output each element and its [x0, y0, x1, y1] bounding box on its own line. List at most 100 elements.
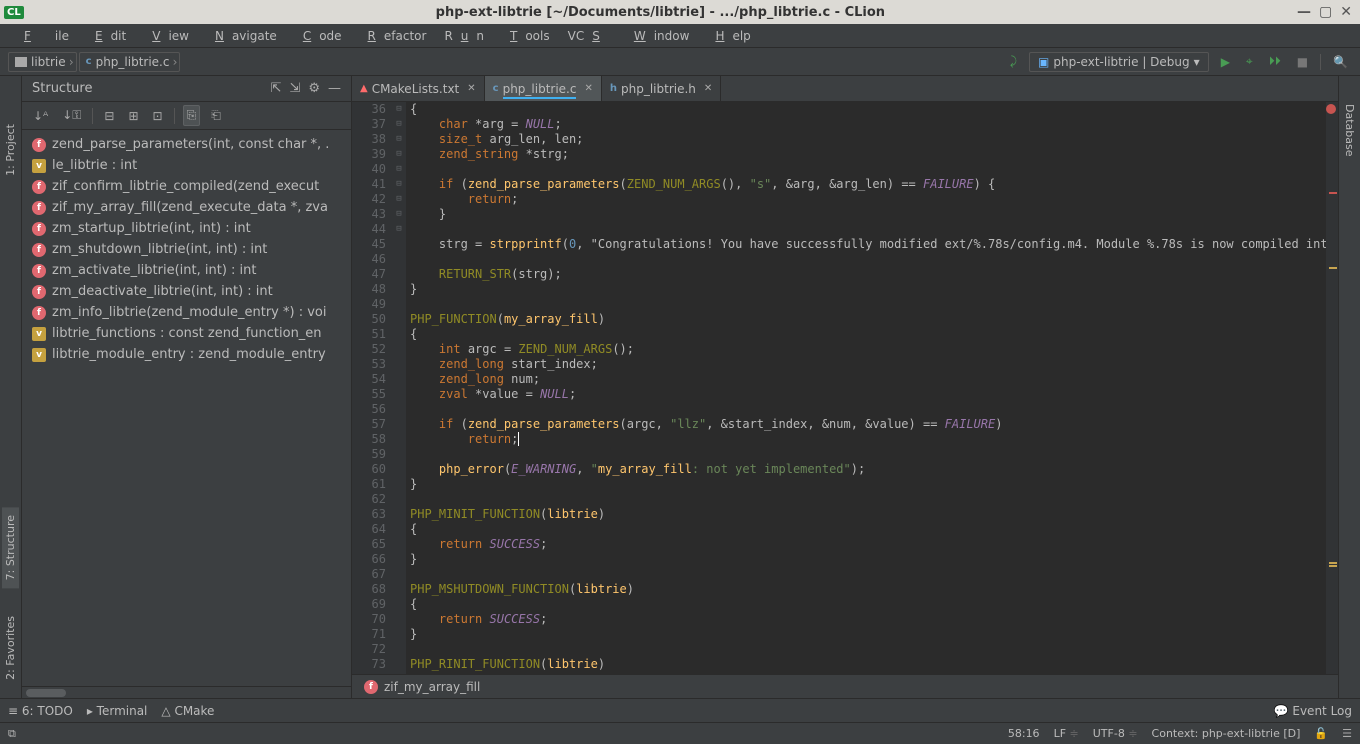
panel-title: Structure [32, 81, 92, 96]
autoscroll-button[interactable]: ⎘ [183, 105, 201, 126]
menu-view[interactable]: View [136, 26, 197, 46]
sort-alpha-button[interactable]: ↓ᴬ [30, 107, 51, 125]
cmake-tool-button[interactable]: △ CMake [161, 704, 214, 718]
search-everywhere-button[interactable]: 🔍 [1329, 53, 1352, 71]
function-icon: f [32, 306, 46, 320]
menu-file[interactable]: File [8, 26, 77, 46]
structure-item[interactable]: v libtrie_module_entry : zend_module_entr… [22, 344, 351, 365]
filter-1[interactable]: ⊟ [101, 107, 117, 125]
encoding[interactable]: UTF-8 ≑ [1093, 727, 1138, 740]
context[interactable]: Context: php-ext-libtrie [D] [1152, 727, 1301, 740]
hide-icon[interactable]: — [328, 81, 341, 96]
structure-tool-tab[interactable]: 7: Structure [2, 507, 19, 588]
structure-item-label: libtrie_functions : const zend_function_… [52, 326, 322, 341]
autoscroll-from-button[interactable]: ⎗ [208, 106, 224, 125]
editor-tab[interactable]: ▲CMakeLists.txt✕ [352, 76, 485, 101]
c-file-icon: c [86, 56, 92, 67]
favorites-tool-tab[interactable]: 2: Favorites [2, 608, 19, 688]
structure-item[interactable]: vle_libtrie : int [22, 155, 351, 176]
error-indicator-icon[interactable] [1326, 104, 1336, 114]
event-log-button[interactable]: 💬 Event Log [1274, 704, 1352, 718]
tab-label: CMakeLists.txt [372, 82, 460, 96]
project-tool-tab[interactable]: 1: Project [2, 116, 19, 184]
menu-navigate[interactable]: Navigate [199, 26, 285, 46]
caret-position[interactable]: 58:16 [1008, 727, 1040, 740]
structure-item-label: zm_startup_libtrie(int, int) : int [52, 221, 251, 236]
gear-icon[interactable]: ⚙ [308, 81, 320, 96]
attach-button[interactable]: ⏵⏵ [1265, 52, 1285, 71]
structure-panel: Structure ⇱ ⇲ ⚙ — ↓ᴬ ↓⚿ ⊟ ⊞ ⊡ ⎘ ⎗ fzend_… [22, 76, 352, 698]
structure-item[interactable]: f zm_startup_libtrie(int, int) : int [22, 218, 351, 239]
structure-item-label: zm_activate_libtrie(int, int) : int [52, 263, 257, 278]
function-icon: f [32, 222, 46, 236]
structure-item[interactable]: fzend_parse_parameters(int, const char *… [22, 134, 351, 155]
menu-refactor[interactable]: Refactor [352, 26, 435, 46]
line-gutter[interactable]: 36 37 38 39 40 41 42 43 44 45 46 47 48 4… [352, 102, 392, 674]
hector-icon[interactable]: ☰ [1342, 727, 1352, 740]
maximize-icon[interactable]: ▢ [1319, 4, 1332, 20]
function-icon: f [32, 201, 46, 215]
breadcrumb-folder[interactable]: libtrie [8, 52, 77, 72]
function-icon: f [32, 243, 46, 257]
stop-button[interactable]: ■ [1293, 53, 1312, 71]
window-title: php-ext-libtrie [~/Documents/libtrie] - … [24, 5, 1297, 20]
terminal-tool-button[interactable]: ▸ Terminal [87, 704, 148, 718]
c-file-icon: c [493, 83, 499, 94]
close-tab-icon[interactable]: ✕ [584, 83, 592, 94]
menu-run[interactable]: Run [436, 26, 492, 46]
structure-scrollbar[interactable] [22, 686, 351, 698]
sort-visibility-button[interactable]: ↓⚿ [59, 106, 84, 125]
structure-item[interactable]: fzm_activate_libtrie(int, int) : int [22, 260, 351, 281]
todo-tool-button[interactable]: ≡ 6: TODO [8, 704, 73, 718]
folder-icon [15, 57, 27, 67]
variable-icon: v [32, 348, 46, 362]
close-icon[interactable]: ✕ [1340, 4, 1352, 20]
close-tab-icon[interactable]: ✕ [467, 83, 475, 94]
minimize-icon[interactable]: — [1297, 4, 1311, 20]
filter-3[interactable]: ⊡ [150, 107, 166, 125]
left-tool-stripe: 1: Project 7: Structure 2: Favorites [0, 76, 22, 698]
filter-2[interactable]: ⊞ [125, 107, 141, 125]
current-function[interactable]: zif_my_array_fill [384, 680, 480, 694]
structure-item[interactable]: v libtrie_functions : const zend_function… [22, 323, 351, 344]
structure-item-label: zm_deactivate_libtrie(int, int) : int [52, 284, 273, 299]
line-separator[interactable]: LF ≑ [1054, 727, 1079, 740]
structure-item[interactable]: fzif_confirm_libtrie_compiled(zend_execu… [22, 176, 351, 197]
menu-help[interactable]: Help [699, 26, 758, 46]
debug-button[interactable]: ⌖ [1242, 52, 1257, 71]
target-icon: ▣ [1038, 55, 1049, 69]
structure-item[interactable]: fzm_info_libtrie(zend_module_entry *) : … [22, 302, 351, 323]
structure-item[interactable]: fzm_deactivate_libtrie(int, int) : int [22, 281, 351, 302]
close-tab-icon[interactable]: ✕ [704, 83, 712, 94]
menu-vcs[interactable]: VCS [560, 26, 616, 46]
structure-item-label: libtrie_module_entry : zend_module_entry [52, 347, 326, 362]
h-file-icon: h [610, 83, 617, 94]
status-misc-icon[interactable]: ⧉ [8, 727, 16, 741]
structure-item-label: zm_shutdown_libtrie(int, int) : int [52, 242, 267, 257]
run-button[interactable]: ▶ [1217, 53, 1234, 71]
breadcrumb: libtrie c php_libtrie.c [8, 52, 1006, 72]
editor-area: ▲CMakeLists.txt✕cphp_libtrie.c✕hphp_libt… [352, 76, 1338, 698]
menu-window[interactable]: Window [618, 26, 698, 46]
collapse-icon[interactable]: ⇱ [271, 81, 282, 96]
chevron-down-icon: ▾ [1194, 55, 1200, 69]
variable-icon: v [32, 327, 46, 341]
main-menu: File Edit View Navigate Code Refactor Ru… [0, 24, 1360, 48]
expand-icon[interactable]: ⇲ [289, 81, 300, 96]
database-tool-tab[interactable]: Database [1341, 96, 1358, 165]
breadcrumb-file[interactable]: c php_libtrie.c [79, 52, 181, 72]
fold-gutter[interactable]: ⊟ ⊟ ⊟ ⊟ ⊟ ⊟ ⊟ ⊟ ⊟ [392, 102, 406, 674]
menu-code[interactable]: Code [287, 26, 350, 46]
readonly-lock-icon[interactable]: 🔓 [1314, 727, 1328, 740]
code-editor[interactable]: { char *arg = NULL; size_t arg_len, len;… [406, 102, 1326, 674]
structure-item[interactable]: f zm_shutdown_libtrie(int, int) : int [22, 239, 351, 260]
build-button[interactable]: ⤸ [1006, 52, 1021, 71]
variable-icon: v [32, 159, 46, 173]
menu-edit[interactable]: Edit [79, 26, 134, 46]
error-stripe[interactable] [1326, 102, 1338, 674]
structure-item[interactable]: fzif_my_array_fill(zend_execute_data *, … [22, 197, 351, 218]
menu-tools[interactable]: Tools [494, 26, 558, 46]
editor-tab[interactable]: cphp_libtrie.c✕ [485, 76, 602, 101]
run-config-selector[interactable]: ▣ php-ext-libtrie | Debug ▾ [1029, 52, 1209, 72]
editor-tab[interactable]: hphp_libtrie.h✕ [602, 76, 721, 101]
